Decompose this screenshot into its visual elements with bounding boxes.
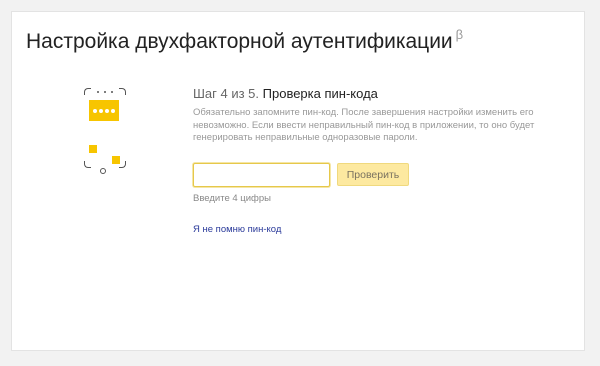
setup-card: Настройка двухфакторной аутентификации β … xyxy=(11,11,585,351)
home-button-icon xyxy=(100,168,106,174)
phone-corner-bottom-left xyxy=(84,161,91,168)
step-heading: Шаг 4 из 5. Проверка пин-кода xyxy=(193,86,378,101)
step-description: Обязательно запомните пин-код. После зав… xyxy=(193,107,535,143)
step-prefix: Шаг 4 из 5. xyxy=(193,86,260,101)
page-title-text: Настройка двухфакторной аутентификации xyxy=(26,30,453,53)
forgot-pin-link[interactable]: Я не помню пин-код xyxy=(193,224,281,235)
verify-button[interactable]: Проверить xyxy=(337,163,409,186)
phone-corner-bottom-right xyxy=(119,161,126,168)
page-title: Настройка двухфакторной аутентификации β xyxy=(26,27,464,54)
pin-input[interactable] xyxy=(193,163,330,187)
pin-code-icon xyxy=(89,100,119,121)
step-title: Проверка пин-кода xyxy=(262,86,378,101)
phone-earpiece xyxy=(97,90,113,94)
pin-hint: Введите 4 цифры xyxy=(193,193,271,204)
phone-corner-top-left xyxy=(84,88,91,95)
beta-badge: β xyxy=(455,27,464,42)
pixel-square-icon xyxy=(112,156,120,164)
phone-icon xyxy=(84,88,126,174)
phone-corner-top-right xyxy=(119,88,126,95)
pixel-square-icon xyxy=(89,145,97,153)
